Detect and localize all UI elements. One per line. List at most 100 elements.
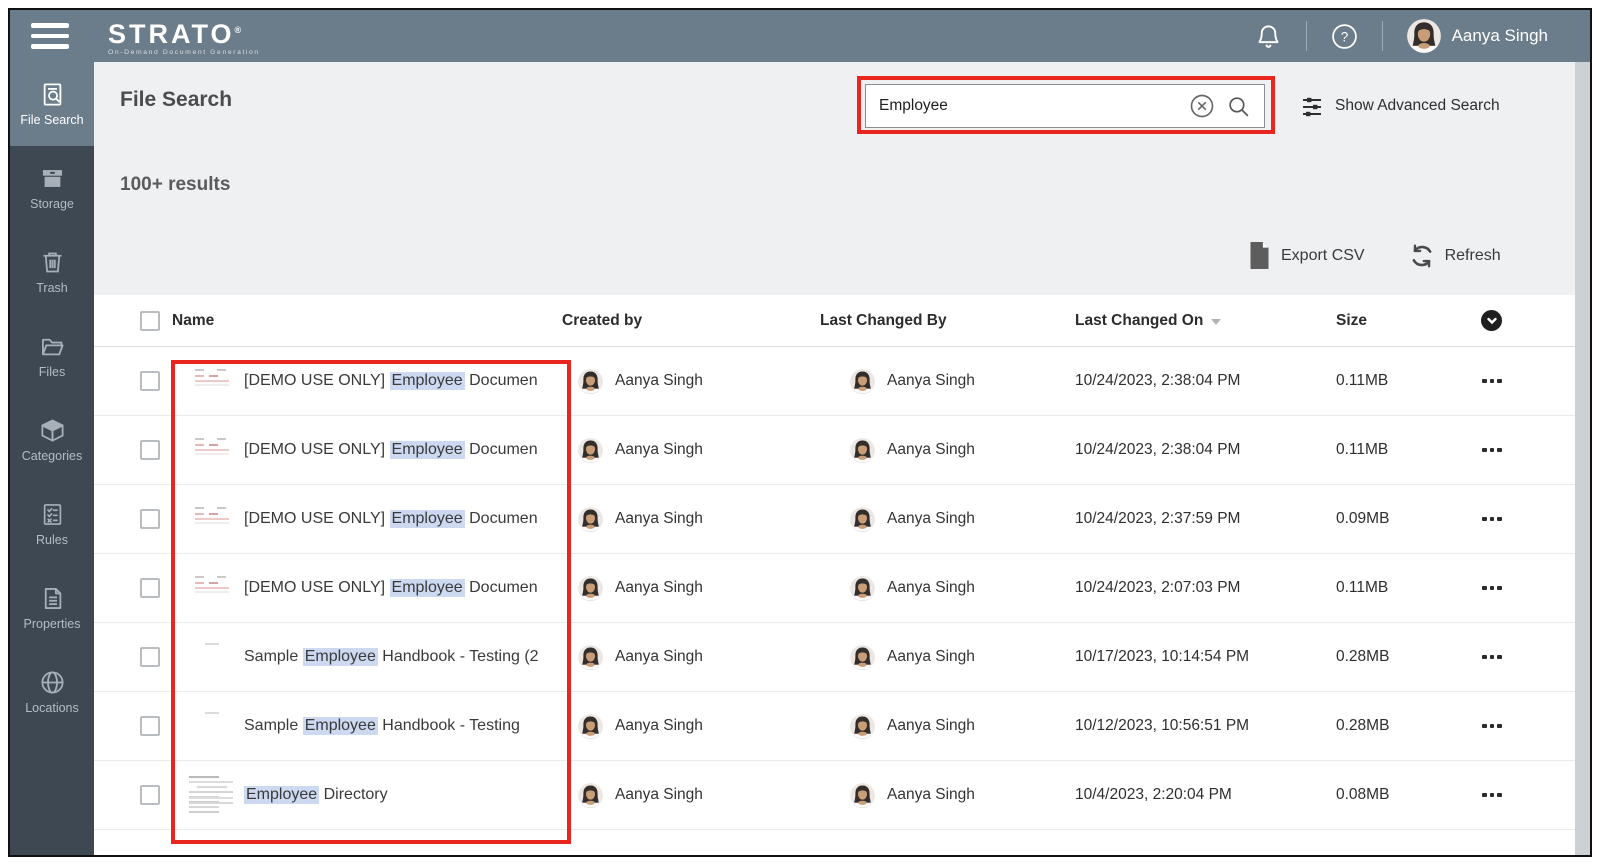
storage-icon	[39, 165, 66, 192]
user-avatar	[578, 576, 603, 601]
menu-icon[interactable]	[31, 23, 69, 49]
row-actions-menu-icon[interactable]	[1480, 787, 1575, 804]
logo-text: STRATO®	[108, 19, 242, 49]
sidebar-item-categories[interactable]: Categories	[10, 398, 94, 482]
row-actions-menu-icon[interactable]	[1480, 373, 1575, 390]
vertical-scrollbar[interactable]	[1575, 62, 1590, 855]
user-name: Aanya Singh	[1451, 26, 1548, 45]
row-checkbox[interactable]	[140, 785, 160, 805]
user-avatar	[578, 438, 603, 463]
search-term-highlight: Employee	[389, 510, 465, 528]
file-search-icon	[39, 81, 66, 108]
sidebar-item-files[interactable]: Files	[10, 314, 94, 398]
sidebar-item-properties[interactable]: Properties	[10, 566, 94, 650]
size-cell: 0.28MB	[1336, 648, 1390, 665]
sidebar-item-storage[interactable]: Storage	[10, 146, 94, 230]
row-actions-menu-icon[interactable]	[1480, 442, 1575, 459]
user-avatar	[578, 369, 603, 394]
file-row[interactable]: Employee Directory Aanya Singh Aanya Sin…	[94, 761, 1575, 830]
column-header-last-changed-on[interactable]: Last Changed On	[1044, 312, 1304, 330]
sort-descending-icon	[1211, 318, 1222, 325]
user-avatar	[850, 576, 875, 601]
last-changed-on-cell: 10/24/2023, 2:38:04 PM	[1075, 441, 1241, 458]
row-checkbox[interactable]	[140, 647, 160, 667]
created-by-cell: Aanya Singh	[554, 507, 804, 532]
file-name: [DEMO USE ONLY] Employee Documen	[244, 441, 538, 459]
sliders-icon	[1300, 94, 1324, 118]
rules-icon	[39, 501, 66, 528]
row-actions-menu-icon[interactable]	[1480, 718, 1575, 735]
select-all-checkbox[interactable]	[140, 310, 160, 331]
created-by-cell: Aanya Singh	[554, 714, 804, 739]
help-icon[interactable]: ?	[1331, 23, 1358, 50]
clear-search-icon[interactable]	[1188, 92, 1216, 120]
search-input[interactable]	[879, 97, 1178, 115]
sidebar: File Search Storage Trash Files Categori…	[10, 62, 94, 855]
user-avatar	[578, 714, 603, 739]
trash-icon	[39, 249, 66, 276]
last-changed-on-cell: 10/4/2023, 2:20:04 PM	[1075, 786, 1232, 803]
row-actions-menu-icon[interactable]	[1480, 511, 1575, 528]
size-cell: 0.11MB	[1336, 372, 1389, 389]
file-name: Sample Employee Handbook - Testing	[244, 717, 520, 735]
sidebar-item-locations[interactable]: Locations	[10, 650, 94, 734]
sidebar-item-rules[interactable]: Rules	[10, 482, 94, 566]
user-avatar	[1407, 19, 1441, 53]
column-header-last-changed-by[interactable]: Last Changed By	[804, 312, 1044, 330]
row-checkbox[interactable]	[140, 371, 160, 391]
file-row[interactable]: Sample Employee Handbook - Testing Aanya…	[94, 692, 1575, 761]
user-avatar	[850, 369, 875, 394]
file-row[interactable]: [DEMO USE ONLY] Employee Documen Aanya S…	[94, 485, 1575, 554]
row-actions-menu-icon[interactable]	[1480, 580, 1575, 597]
notifications-bell-icon[interactable]	[1255, 23, 1282, 50]
user-avatar	[850, 438, 875, 463]
categories-icon	[39, 417, 66, 444]
column-header-name[interactable]: Name	[160, 312, 554, 330]
file-thumbnail	[191, 570, 237, 606]
last-changed-by-cell: Aanya Singh	[804, 714, 1044, 739]
last-changed-on-cell: 10/24/2023, 2:38:04 PM	[1075, 372, 1241, 389]
main-content: File Search Show Advanced Search 100+ re…	[94, 62, 1590, 855]
file-row[interactable]: [DEMO USE ONLY] Employee Documen Aanya S…	[94, 416, 1575, 485]
file-row[interactable]: Sample Employee Handbook - Testing (2 Aa…	[94, 623, 1575, 692]
row-checkbox[interactable]	[140, 440, 160, 460]
size-cell: 0.11MB	[1336, 441, 1389, 458]
advanced-search-toggle[interactable]: Show Advanced Search	[1300, 84, 1500, 128]
files-icon	[39, 333, 66, 360]
row-checkbox[interactable]	[140, 578, 160, 598]
file-thumbnail	[186, 772, 242, 818]
column-header-size[interactable]: Size	[1304, 312, 1454, 330]
row-checkbox[interactable]	[140, 716, 160, 736]
file-row[interactable]: [DEMO USE ONLY] Employee Documen Aanya S…	[94, 554, 1575, 623]
size-cell: 0.11MB	[1336, 579, 1389, 596]
file-name: [DEMO USE ONLY] Employee Documen	[244, 579, 538, 597]
column-header-created-by[interactable]: Created by	[554, 312, 804, 330]
user-avatar	[850, 714, 875, 739]
file-name: Sample Employee Handbook - Testing (2	[244, 648, 539, 666]
user-avatar	[578, 783, 603, 808]
search-term-highlight: Employee	[302, 648, 378, 666]
user-avatar	[850, 645, 875, 670]
file-name: [DEMO USE ONLY] Employee Documen	[244, 510, 538, 528]
row-checkbox[interactable]	[140, 509, 160, 529]
user-menu[interactable]: Aanya Singh	[1407, 19, 1548, 53]
last-changed-on-cell: 10/24/2023, 2:37:59 PM	[1075, 510, 1241, 527]
results-count: 100+ results	[120, 174, 231, 195]
logo-tagline: On-Demand Document Generation	[108, 49, 260, 56]
file-thumbnail	[191, 639, 237, 675]
sidebar-item-trash[interactable]: Trash	[10, 230, 94, 314]
last-changed-by-cell: Aanya Singh	[804, 438, 1044, 463]
created-by-cell: Aanya Singh	[554, 576, 804, 601]
row-actions-menu-icon[interactable]	[1480, 649, 1575, 666]
table-header-row: Name Created by Last Changed By Last Cha…	[94, 295, 1575, 347]
user-avatar	[578, 507, 603, 532]
export-csv-button[interactable]: Export CSV	[1248, 242, 1365, 269]
file-row[interactable]: [DEMO USE ONLY] Employee Documen Aanya S…	[94, 347, 1575, 416]
file-thumbnail	[191, 363, 237, 399]
refresh-button[interactable]: Refresh	[1409, 243, 1501, 269]
column-chooser-icon[interactable]	[1481, 310, 1502, 331]
search-icon[interactable]	[1226, 94, 1251, 119]
sidebar-item-file-search[interactable]: File Search	[10, 62, 94, 146]
user-avatar	[578, 645, 603, 670]
topbar: STRATO® On-Demand Document Generation ?	[10, 10, 1590, 62]
